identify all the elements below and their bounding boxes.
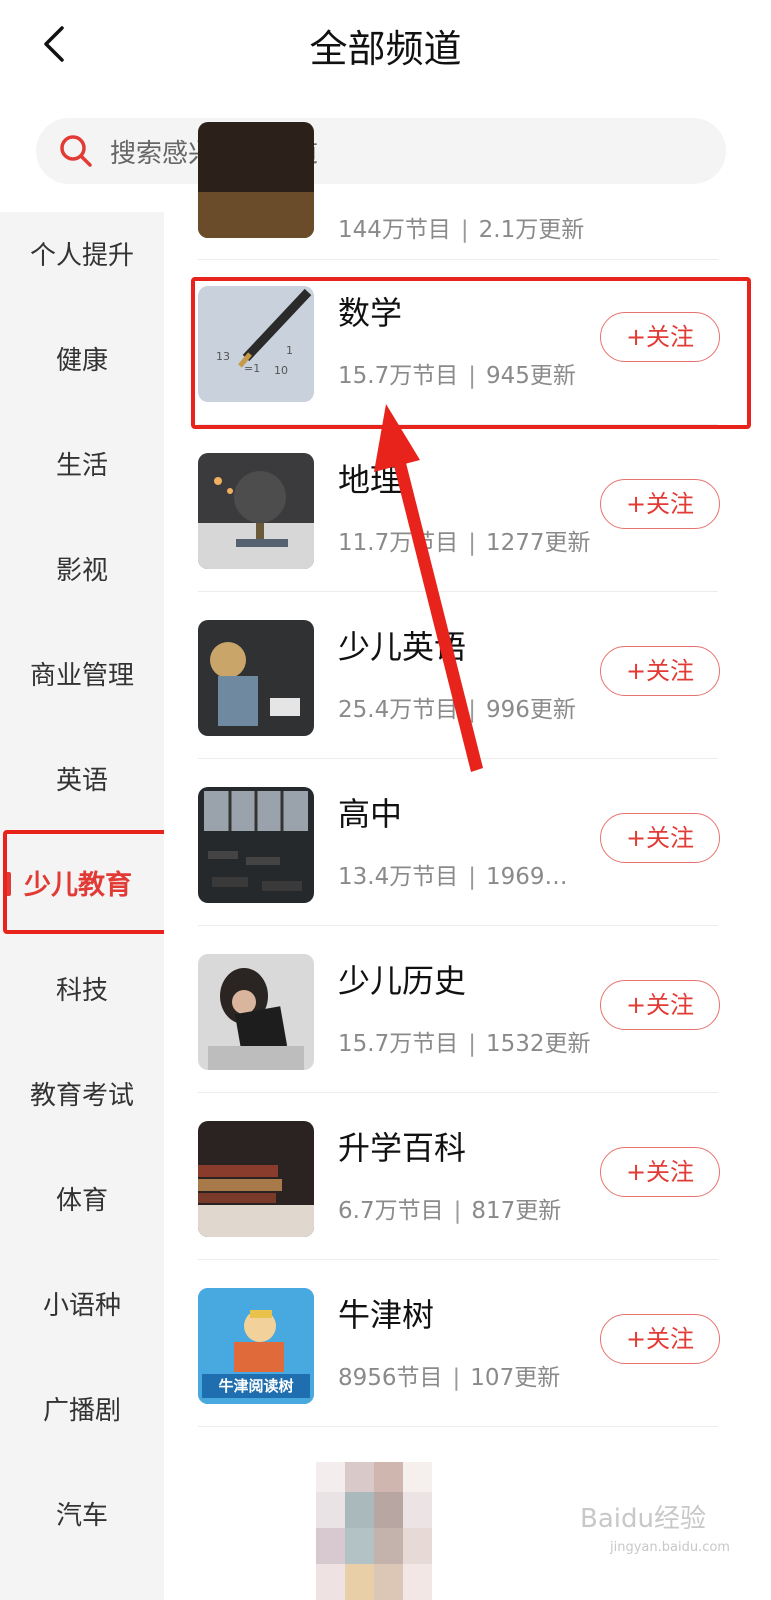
update-count: 2.1万更新: [478, 217, 585, 243]
sidebar-item-english[interactable]: 英语: [0, 751, 164, 811]
follow-button[interactable]: +关注: [600, 813, 720, 863]
channel-name: 地理: [338, 461, 403, 499]
update-count: 1969…: [485, 864, 568, 890]
blurred-floating-image: [316, 1462, 432, 1600]
list-item[interactable]: 高中 13.4万节目 | 1969… +关注: [198, 767, 720, 933]
program-count: 13.4万节目: [338, 864, 459, 890]
channel-thumbnail: 牛津阅读树: [198, 1288, 314, 1404]
channel-meta: 144万节目 | 2.1万更新: [338, 217, 585, 243]
list-item[interactable]: 升学百科 6.7万节目 | 817更新 +关注: [198, 1101, 720, 1267]
list-item[interactable]: 牛津阅读树 牛津树 8956节目 | 107更新 +关注: [198, 1268, 720, 1434]
divider: [198, 1259, 718, 1260]
channel-thumbnail: [198, 1121, 314, 1237]
update-count: 1277更新: [485, 530, 591, 556]
divider: [198, 1092, 718, 1093]
channel-name: 高中: [338, 795, 403, 833]
watermark-url: jingyan.baidu.com: [610, 1540, 730, 1555]
sidebar-item-exams[interactable]: 教育考试: [0, 1066, 164, 1126]
thumbnail-caption: 牛津阅读树: [218, 1377, 294, 1395]
page-title: 全部频道: [309, 27, 462, 71]
follow-button[interactable]: +关注: [600, 980, 720, 1030]
update-count: 107更新: [470, 1365, 561, 1391]
channel-meta: 15.7万节目 | 1532更新: [338, 1031, 591, 1057]
channel-thumbnail: [198, 787, 314, 903]
sidebar-item-personal-growth[interactable]: 个人提升: [0, 226, 164, 286]
divider: [198, 259, 718, 260]
divider: [198, 925, 718, 926]
program-count: 8956节目: [338, 1365, 443, 1391]
channel-meta: 6.7万节目 | 817更新: [338, 1198, 562, 1224]
watermark-logo: Baidu经验: [580, 1504, 706, 1534]
update-count: 1532更新: [485, 1031, 591, 1057]
program-count: 11.7万节目: [338, 530, 459, 556]
channel-name: 升学百科: [338, 1129, 467, 1167]
sidebar-item-radio-drama[interactable]: 广播剧: [0, 1381, 164, 1441]
follow-button[interactable]: +关注: [600, 1314, 720, 1364]
search-icon: [60, 135, 92, 167]
divider: [198, 758, 718, 759]
list-item[interactable]: 少儿历史 15.7万节目 | 1532更新 +关注: [198, 934, 720, 1100]
channel-thumbnail: [198, 453, 314, 569]
list-item-partial[interactable]: 144万节目 | 2.1万更新: [198, 102, 718, 268]
program-count: 144万节目: [338, 217, 451, 243]
header: 全部频道: [0, 0, 771, 90]
sidebar-item-life[interactable]: 生活: [0, 436, 164, 496]
update-count: 996更新: [485, 697, 576, 723]
sidebar-item-cars[interactable]: 汽车: [0, 1486, 164, 1546]
list-item[interactable]: 地理 11.7万节目 | 1277更新 +关注: [198, 433, 720, 599]
channel-name: 牛津树: [338, 1296, 435, 1334]
divider: [198, 1426, 718, 1427]
follow-button[interactable]: +关注: [600, 1147, 720, 1197]
divider: [198, 591, 718, 592]
program-count: 15.7万节目: [338, 1031, 459, 1057]
program-count: 25.4万节目: [338, 697, 459, 723]
channel-thumbnail: [198, 122, 314, 238]
follow-button[interactable]: +关注: [600, 479, 720, 529]
channel-meta: 8956节目 | 107更新: [338, 1365, 561, 1391]
sidebar-item-tech[interactable]: 科技: [0, 961, 164, 1021]
sidebar-item-film[interactable]: 影视: [0, 541, 164, 601]
sidebar-item-business[interactable]: 商业管理: [0, 646, 164, 706]
sidebar-item-minor-languages[interactable]: 小语种: [0, 1276, 164, 1336]
channel-thumbnail: [198, 954, 314, 1070]
follow-button[interactable]: +关注: [600, 646, 720, 696]
channel-name: 少儿历史: [338, 962, 467, 1000]
annotation-box-math: [191, 277, 751, 429]
channel-meta: 13.4万节目 | 1969…: [338, 864, 568, 890]
channel-thumbnail: [198, 620, 314, 736]
channel-meta: 11.7万节目 | 1277更新: [338, 530, 591, 556]
sidebar-item-sports[interactable]: 体育: [0, 1171, 164, 1231]
channel-meta: 25.4万节目 | 996更新: [338, 697, 576, 723]
annotation-box-sidebar: [3, 830, 185, 934]
list-item[interactable]: 少儿英语 25.4万节目 | 996更新 +关注: [198, 600, 720, 766]
program-count: 6.7万节目: [338, 1198, 444, 1224]
channel-name: 少儿英语: [338, 628, 467, 666]
sidebar-item-health[interactable]: 健康: [0, 331, 164, 391]
update-count: 817更新: [471, 1198, 562, 1224]
